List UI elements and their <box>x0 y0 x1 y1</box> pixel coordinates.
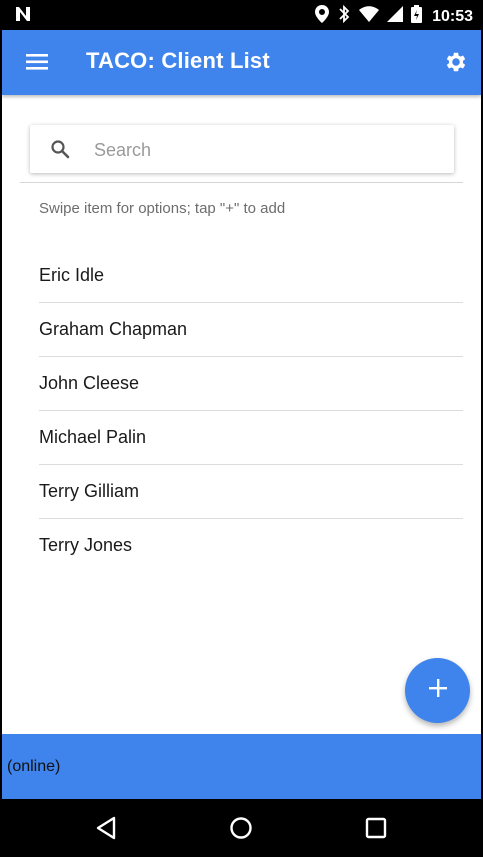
notification-n-icon <box>14 6 32 27</box>
battery-icon <box>411 5 423 28</box>
list-item[interactable]: Eric Idle <box>39 249 463 303</box>
search-box <box>30 125 454 173</box>
hamburger-menu-icon[interactable] <box>26 50 52 74</box>
client-list: Eric Idle Graham Chapman John Cleese Mic… <box>39 249 463 572</box>
connection-status: (online) <box>7 758 61 775</box>
navigation-bar <box>0 799 483 857</box>
footer-bar: (online) <box>2 734 481 799</box>
gear-icon[interactable] <box>443 49 469 75</box>
signal-icon <box>387 6 404 27</box>
bluetooth-icon <box>337 4 351 28</box>
recents-icon[interactable] <box>363 815 389 841</box>
back-icon[interactable] <box>94 815 120 841</box>
app-bar: TACO: Client List <box>2 30 481 95</box>
wifi-icon <box>359 6 380 27</box>
list-item[interactable]: Michael Palin <box>39 411 463 465</box>
add-client-button[interactable] <box>405 658 470 723</box>
list-item[interactable]: Terry Jones <box>39 519 463 572</box>
home-icon[interactable] <box>228 815 254 841</box>
search-input[interactable] <box>92 133 446 167</box>
page-title: TACO: Client List <box>86 48 270 73</box>
location-icon <box>315 5 330 28</box>
hint-text: Swipe item for options; tap "+" to add <box>39 200 286 217</box>
list-item[interactable]: Graham Chapman <box>39 303 463 357</box>
app-screen: TACO: Client List Swipe item for options… <box>2 30 481 799</box>
list-item[interactable]: Terry Gilliam <box>39 465 463 519</box>
list-item[interactable]: John Cleese <box>39 357 463 411</box>
plus-icon <box>428 678 448 703</box>
search-icon <box>50 139 70 159</box>
status-bar: 10:53 <box>0 0 483 30</box>
status-time: 10:53 <box>432 7 473 25</box>
divider <box>20 182 463 183</box>
